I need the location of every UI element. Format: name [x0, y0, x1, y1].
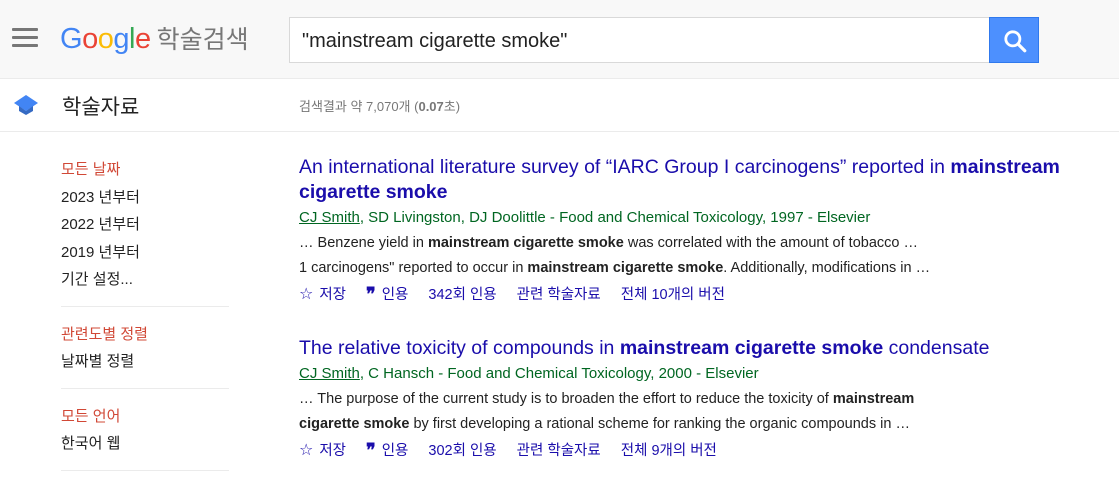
- cited-by-link[interactable]: 342회 인용: [428, 283, 496, 307]
- all-versions-link[interactable]: 전체 10개의 버전: [621, 283, 725, 307]
- meta-text: , C Hansch - Food and Chemical Toxicolog…: [359, 365, 759, 382]
- search-input[interactable]: "mainstream cigarette smoke": [289, 17, 989, 63]
- cite-button[interactable]: ❞ 인용: [366, 439, 408, 463]
- save-button[interactable]: ☆ 저장: [299, 283, 346, 307]
- logo-word: Google: [60, 23, 151, 55]
- snippet-text: … Benzene yield in: [299, 235, 428, 251]
- sort-by-date[interactable]: 날짜별 정렬: [61, 348, 229, 376]
- result-snippet: … The purpose of the current study is to…: [299, 387, 1099, 437]
- quote-icon: ❞: [366, 284, 376, 305]
- result-item: The relative toxicity of compounds in ma…: [299, 336, 1099, 463]
- stats-prefix: 검색결과 약 7,070개 (: [299, 99, 419, 114]
- result-title-link[interactable]: An international literature survey of “I…: [299, 155, 1099, 205]
- result-stats: 검색결과 약 7,070개 (0.07초): [299, 96, 460, 115]
- result-snippet: … Benzene yield in mainstream cigarette …: [299, 231, 1099, 281]
- scholar-cap-icon: [14, 95, 38, 115]
- snippet-text: … The purpose of the current study is to…: [299, 391, 833, 407]
- author-link[interactable]: CJ Smith: [299, 365, 360, 382]
- snippet-highlight: cigarette smoke: [299, 416, 410, 432]
- date-filter-any[interactable]: 모든 날짜: [61, 156, 229, 184]
- related-articles-link[interactable]: 관련 학술자료: [517, 439, 601, 463]
- title-text: An international literature survey of “I…: [299, 156, 951, 178]
- cite-label: 인용: [381, 443, 409, 459]
- date-filter-2022[interactable]: 2022 년부터: [61, 211, 229, 239]
- snippet-line: cigarette smoke by first developing a ra…: [299, 412, 1099, 437]
- language-korean[interactable]: 한국어 웹: [61, 430, 229, 458]
- results-list: An international literature survey of “I…: [299, 155, 1099, 492]
- stats-suffix: 초): [443, 99, 461, 114]
- result-meta: CJ Smith, C Hansch - Food and Chemical T…: [299, 363, 1099, 385]
- date-filter-custom[interactable]: 기간 설정...: [61, 266, 229, 294]
- snippet-highlight: mainstream cigarette smoke: [527, 260, 724, 276]
- cite-label: 인용: [381, 287, 409, 303]
- search-button[interactable]: [989, 17, 1039, 63]
- snippet-line: … The purpose of the current study is to…: [299, 387, 1099, 412]
- sidebar-filters: 모든 날짜 2023 년부터 2022 년부터 2019 년부터 기간 설정..…: [61, 156, 229, 485]
- language-any[interactable]: 모든 언어: [61, 403, 229, 431]
- hamburger-menu-icon[interactable]: [12, 28, 38, 48]
- snippet-line: … Benzene yield in mainstream cigarette …: [299, 231, 1099, 256]
- language-group: 모든 언어 한국어 웹: [61, 403, 229, 471]
- google-scholar-logo[interactable]: Google 학술검색: [60, 20, 249, 56]
- cite-button[interactable]: ❞ 인용: [366, 283, 408, 307]
- result-title-link[interactable]: The relative toxicity of compounds in ma…: [299, 336, 1099, 361]
- logo-suffix: 학술검색: [156, 26, 249, 54]
- meta-text: , SD Livingston, DJ Doolittle - Food and…: [359, 209, 871, 226]
- related-articles-link[interactable]: 관련 학술자료: [517, 283, 601, 307]
- snippet-text: . Additionally, modifications in …: [723, 260, 931, 276]
- save-label: 저장: [319, 287, 347, 303]
- date-filter-group: 모든 날짜 2023 년부터 2022 년부터 2019 년부터 기간 설정..…: [61, 156, 229, 307]
- stats-time: 0.07: [418, 99, 444, 114]
- all-versions-link[interactable]: 전체 9개의 버전: [621, 439, 717, 463]
- sort-group: 관련도별 정렬 날짜별 정렬: [61, 321, 229, 389]
- save-button[interactable]: ☆ 저장: [299, 439, 346, 463]
- star-icon: ☆: [299, 286, 314, 303]
- star-icon: ☆: [299, 442, 314, 459]
- result-actions: ☆ 저장 ❞ 인용 342회 인용 관련 학술자료 전체 10개의 버전: [299, 283, 1099, 307]
- snippet-line: 1 carcinogens" reported to occur in main…: [299, 256, 1099, 281]
- quote-icon: ❞: [366, 440, 376, 461]
- title-highlight: mainstream cigarette smoke: [619, 337, 884, 359]
- sort-by-relevance[interactable]: 관련도별 정렬: [61, 321, 229, 349]
- author-link[interactable]: CJ Smith: [299, 209, 360, 226]
- cited-by-link[interactable]: 302회 인용: [428, 439, 496, 463]
- snippet-text: was correlated with the amount of tobacc…: [623, 235, 918, 251]
- snippet-text: by first developing a rational scheme fo…: [409, 416, 910, 432]
- top-bar: Google 학술검색 "mainstream cigarette smoke": [0, 0, 1119, 79]
- title-text: The relative toxicity of compounds in: [299, 337, 620, 359]
- result-item: An international literature survey of “I…: [299, 155, 1099, 307]
- snippet-text: 1 carcinogens" reported to occur in: [299, 260, 528, 276]
- section-title: 학술자료: [62, 96, 140, 119]
- save-label: 저장: [319, 443, 347, 459]
- date-filter-2019[interactable]: 2019 년부터: [61, 239, 229, 267]
- date-filter-2023[interactable]: 2023 년부터: [61, 184, 229, 212]
- result-actions: ☆ 저장 ❞ 인용 302회 인용 관련 학술자료 전체 9개의 버전: [299, 439, 1099, 463]
- search-icon: [1004, 30, 1027, 53]
- title-text-end: condensate: [883, 337, 990, 359]
- result-meta: CJ Smith, SD Livingston, DJ Doolittle - …: [299, 207, 1099, 229]
- subheader: 학술자료 검색결과 약 7,070개 (0.07초): [0, 79, 1119, 132]
- snippet-highlight: mainstream: [832, 391, 915, 407]
- snippet-highlight: mainstream cigarette smoke: [427, 235, 624, 251]
